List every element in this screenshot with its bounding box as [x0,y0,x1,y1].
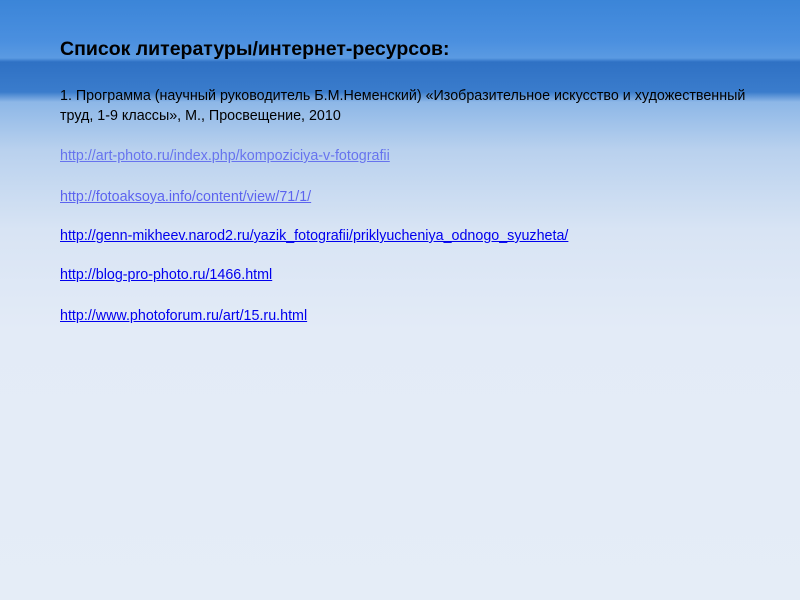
slide-title: Список литературы/интернет-ресурсов: [60,38,450,60]
presentation-slide: Список литературы/интернет-ресурсов: 1. … [0,0,800,600]
link-blog-pro-photo[interactable]: http://blog-pro-photo.ru/1466.html [60,266,272,284]
link-fotoaksoya[interactable]: http://fotoaksoya.info/content/view/71/1… [60,188,311,206]
reference-item: 1. Программа (научный руководитель Б.М.Н… [60,88,746,124]
link-genn-mikheev[interactable]: http://genn-mikheev.narod2.ru/yazik_foto… [60,227,568,245]
link-photoforum[interactable]: http://www.photoforum.ru/art/15.ru.html [60,307,307,325]
link-art-photo[interactable]: http://art-photo.ru/index.php/kompoziciy… [60,147,390,165]
